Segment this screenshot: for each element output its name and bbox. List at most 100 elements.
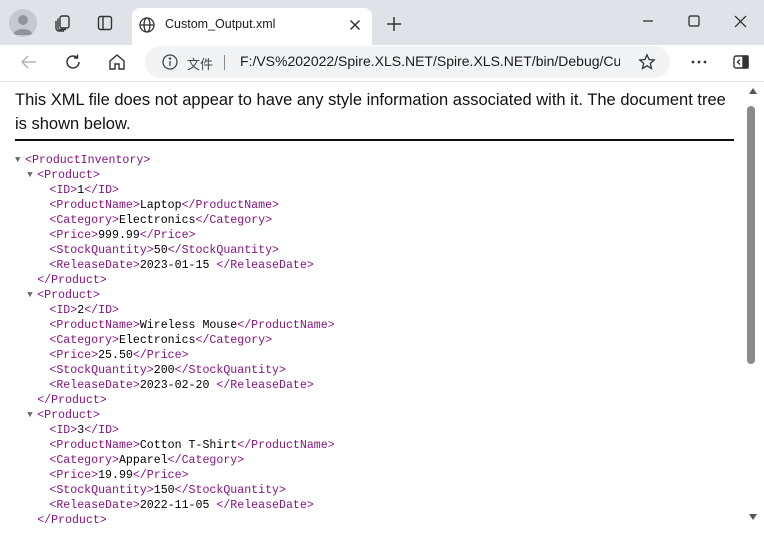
xml-field-line: <ProductName>Laptop</ProductName> xyxy=(49,198,279,213)
xml-root-open-tag: <ProductInventory> xyxy=(25,153,150,168)
xml-tag: </ReleaseDate> xyxy=(216,259,314,272)
collapse-triangle-icon[interactable]: ▼ xyxy=(27,288,32,303)
xml-style-notice: This XML file does not appear to have an… xyxy=(15,91,726,133)
more-icon[interactable] xyxy=(683,46,715,78)
xml-tag: </StockQuantity> xyxy=(167,244,280,257)
xml-field-line: <Category>Apparel</Category> xyxy=(49,453,244,468)
xml-tag: </Category> xyxy=(195,334,273,347)
back-arrow-icon[interactable] xyxy=(13,46,45,78)
plus-icon[interactable] xyxy=(379,9,409,39)
scroll-thumb[interactable] xyxy=(747,106,755,364)
xml-tag: <ID> xyxy=(49,184,78,197)
xml-product-close-tag: </Product> xyxy=(37,513,107,528)
xml-tag: </ID> xyxy=(84,184,119,197)
xml-tag: <ProductName> xyxy=(49,439,140,452)
xml-field-line: <ID>3</ID> xyxy=(49,423,119,438)
xml-tag: </ProductName> xyxy=(237,439,335,452)
xml-tag: </Price> xyxy=(132,349,189,362)
xml-tag: <Price> xyxy=(49,349,99,362)
workspaces-icon[interactable] xyxy=(48,8,78,38)
xml-tag: <Price> xyxy=(49,469,99,482)
address-bar[interactable]: 文件 F:/VS%202022/Spire.XLS.NET/Spire.XLS.… xyxy=(145,46,670,78)
xml-field-line: <StockQuantity>200</StockQuantity> xyxy=(49,363,286,378)
xml-tag: </ProductName> xyxy=(181,199,279,212)
xml-value: 2023-02-20 xyxy=(139,379,217,392)
xml-tag: </Price> xyxy=(139,229,196,242)
xml-field-line: <ID>2</ID> xyxy=(49,303,119,318)
xml-tag: <ReleaseDate> xyxy=(49,379,140,392)
scroll-up-arrow-icon[interactable] xyxy=(749,88,757,94)
xml-tag: <Price> xyxy=(49,229,99,242)
xml-product-close-tag: </Product> xyxy=(37,393,107,408)
xml-field-line: <ProductName>Wireless Mouse</ProductName… xyxy=(49,318,334,333)
xml-tag: </StockQuantity> xyxy=(174,364,286,377)
vertical-scrollbar[interactable] xyxy=(744,82,764,536)
xml-tag: </ProductName> xyxy=(237,319,335,332)
xml-field-line: <ReleaseDate>2023-01-15 </ReleaseDate> xyxy=(49,258,313,273)
xml-tag: <Category> xyxy=(49,334,119,347)
xml-value: 50 xyxy=(153,244,168,257)
address-url[interactable]: F:/VS%202022/Spire.XLS.NET/Spire.XLS.NET… xyxy=(240,53,620,69)
xml-tag: <ProductName> xyxy=(49,319,140,332)
xml-product-close-tag: </Product> xyxy=(37,273,107,288)
xml-field-line: <Category>Electronics</Category> xyxy=(49,333,272,348)
xml-value: 2022-11-05 xyxy=(139,499,217,512)
xml-value: 25.50 xyxy=(98,349,133,362)
sidebar-icon[interactable] xyxy=(725,46,757,78)
xml-tag: <ID> xyxy=(49,304,78,317)
star-icon[interactable] xyxy=(636,51,658,73)
xml-tag: <ID> xyxy=(49,424,78,437)
page-content: This XML file does not appear to have an… xyxy=(0,82,744,536)
scroll-down-arrow-icon[interactable] xyxy=(749,514,757,520)
xml-field-line: <StockQuantity>50</StockQuantity> xyxy=(49,243,279,258)
xml-value: 150 xyxy=(153,484,175,497)
xml-value: Wireless Mouse xyxy=(139,319,238,332)
info-icon[interactable] xyxy=(161,53,179,71)
maximize-icon[interactable] xyxy=(671,6,717,36)
xml-tag: <Product> xyxy=(37,409,100,422)
collapse-triangle-icon[interactable]: ▼ xyxy=(27,168,32,183)
xml-field-line: <StockQuantity>150</StockQuantity> xyxy=(49,483,286,498)
xml-tag: </ReleaseDate> xyxy=(216,379,314,392)
xml-tag: <Product> xyxy=(37,289,100,302)
xml-tag: <Category> xyxy=(49,454,119,467)
xml-field-line: <Price>999.99</Price> xyxy=(49,228,195,243)
refresh-icon[interactable] xyxy=(57,46,89,78)
xml-value: 19.99 xyxy=(98,469,133,482)
title-bar: Custom_Output.xml xyxy=(0,0,764,45)
toolbar: 文件 F:/VS%202022/Spire.XLS.NET/Spire.XLS.… xyxy=(0,45,764,81)
home-icon[interactable] xyxy=(101,46,133,78)
tab-title: Custom_Output.xml xyxy=(165,17,276,31)
close-icon[interactable] xyxy=(344,14,366,36)
xml-tag: </Product> xyxy=(37,514,107,527)
collapse-triangle-icon[interactable]: ▼ xyxy=(27,408,32,423)
xml-tag: <ReleaseDate> xyxy=(49,259,140,272)
notice-divider xyxy=(15,139,734,141)
window-close-icon[interactable] xyxy=(717,6,763,36)
xml-tag: </ID> xyxy=(84,424,119,437)
xml-value: Electronics xyxy=(118,214,196,227)
xml-value: Apparel xyxy=(118,454,168,467)
xml-tag: <Category> xyxy=(49,214,119,227)
xml-product-open-tag: <Product> xyxy=(37,288,100,303)
xml-tag: </Product> xyxy=(37,394,107,407)
xml-tag: <StockQuantity> xyxy=(49,244,154,257)
profile-avatar-icon[interactable] xyxy=(9,9,37,37)
xml-tag: </Category> xyxy=(195,214,273,227)
xml-tag: <ReleaseDate> xyxy=(49,499,140,512)
xml-value: 999.99 xyxy=(98,229,140,242)
collapse-triangle-icon[interactable]: ▼ xyxy=(15,153,20,168)
tab-actions-icon[interactable] xyxy=(90,8,120,38)
xml-field-line: <ReleaseDate>2023-02-20 </ReleaseDate> xyxy=(49,378,313,393)
tab-active[interactable]: Custom_Output.xml xyxy=(132,8,372,45)
xml-tag: </Product> xyxy=(37,274,107,287)
xml-field-line: <Price>19.99</Price> xyxy=(49,468,188,483)
minimize-icon[interactable] xyxy=(625,6,671,36)
xml-field-line: <Category>Electronics</Category> xyxy=(49,213,272,228)
xml-tag: <ProductInventory> xyxy=(25,154,151,167)
xml-tag: </Category> xyxy=(167,454,245,467)
xml-tag: <StockQuantity> xyxy=(49,364,154,377)
globe-icon xyxy=(138,16,156,34)
xml-product-open-tag: <Product> xyxy=(37,168,100,183)
xml-tag: </ReleaseDate> xyxy=(216,499,314,512)
